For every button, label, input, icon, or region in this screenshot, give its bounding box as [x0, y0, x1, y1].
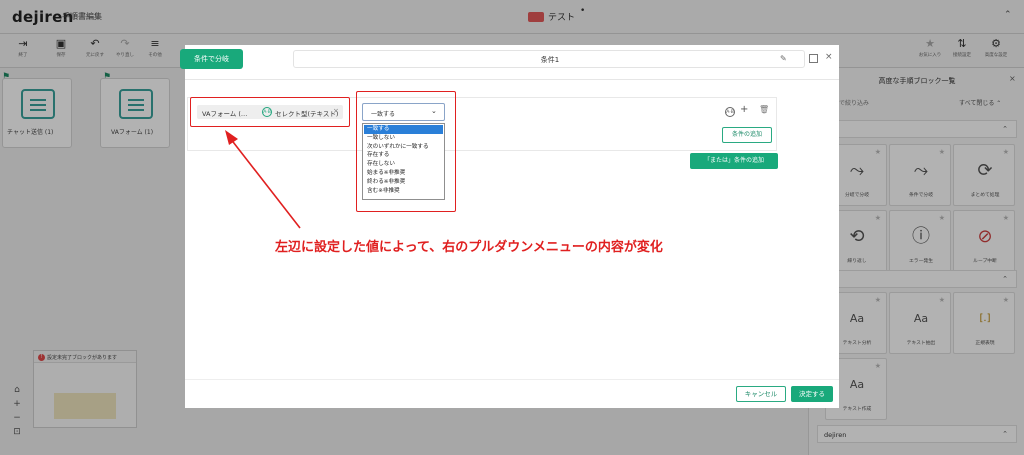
annotation-arrow [225, 130, 301, 229]
annotation-note: 左辺に設定した値によって、右のプルダウンメニューの内容が変化 [275, 240, 663, 255]
